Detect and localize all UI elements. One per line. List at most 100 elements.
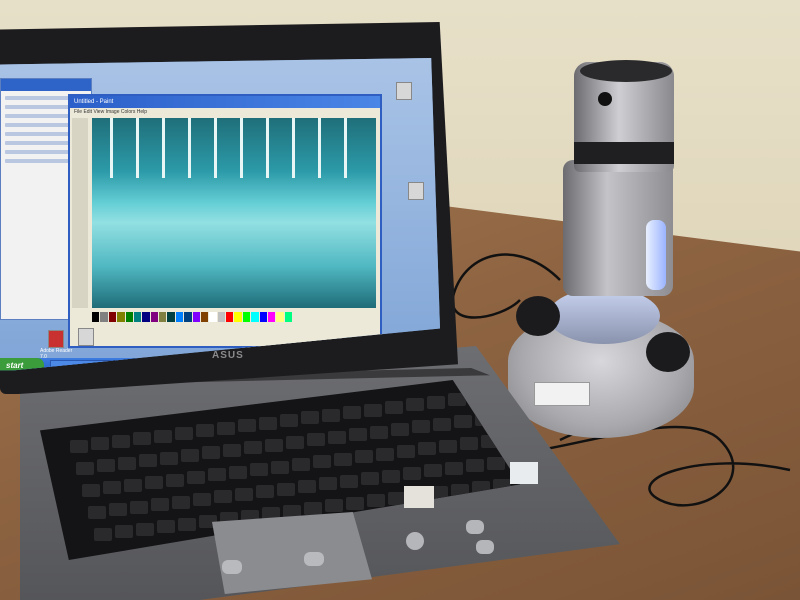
palette-swatch[interactable] [276,312,284,322]
keyboard-key[interactable] [208,468,226,482]
keyboard-key[interactable] [178,517,196,531]
palette-swatch[interactable] [175,312,184,322]
keyboard-key[interactable] [397,445,415,458]
keyboard-key[interactable] [112,434,130,448]
paint-window[interactable]: Untitled - Paint File Edit View Image Co… [68,94,382,348]
touchpad-right-button[interactable] [304,552,324,566]
keyboard-key[interactable] [265,438,283,452]
keyboard-key[interactable] [283,504,301,518]
palette-swatch[interactable] [209,312,217,322]
keyboard-key[interactable] [346,496,364,510]
keyboard-key[interactable] [94,528,112,541]
keyboard-key[interactable] [133,432,151,446]
keyboard-key[interactable] [454,415,472,429]
keyboard-key[interactable] [367,494,385,508]
keyboard-key[interactable] [385,401,403,414]
keyboard-key[interactable] [298,480,316,493]
keyboard-key[interactable] [439,439,457,453]
pdf-icon[interactable] [48,330,64,348]
keyboard-key[interactable] [91,437,109,451]
palette-swatch[interactable] [92,312,100,322]
keyboard-key[interactable] [124,478,142,492]
keyboard-key[interactable] [256,485,274,499]
keyboard-key[interactable] [160,451,178,465]
keyboard-key[interactable] [118,456,136,470]
keyboard-key[interactable] [286,436,304,449]
palette-swatch[interactable] [142,312,150,322]
keyboard-key[interactable] [307,433,325,447]
keyboard-key[interactable] [181,449,199,462]
keyboard-key[interactable] [364,403,382,417]
desktop-icon[interactable] [396,82,412,100]
keyboard-key[interactable] [343,406,361,420]
keyboard-key[interactable] [154,429,172,443]
paint-menu-bar[interactable]: File Edit View Image Colors Help [70,108,380,116]
keyboard-key[interactable] [418,442,436,456]
keyboard-key[interactable] [130,500,148,514]
keyboard-key[interactable] [235,487,253,501]
keyboard-key[interactable] [277,482,295,496]
keyboard-key[interactable] [280,414,298,427]
paint-toolbox[interactable] [72,118,88,308]
palette-swatch[interactable] [167,312,175,322]
palette-swatch[interactable] [200,312,209,322]
keyboard-key[interactable] [424,464,442,478]
palette-swatch[interactable] [125,312,133,322]
keyboard-key[interactable] [427,395,445,409]
keyboard-key[interactable] [313,455,331,469]
palette-swatch[interactable] [100,312,108,322]
palette-swatch[interactable] [226,312,234,322]
palette-swatch[interactable] [251,312,259,322]
keyboard-key[interactable] [187,471,205,484]
keyboard-key[interactable] [325,499,343,513]
palette-swatch[interactable] [192,312,200,322]
keyboard-key[interactable] [328,430,346,444]
keyboard-key[interactable] [238,419,256,433]
palette-swatch[interactable] [284,312,292,322]
keyboard-key[interactable] [259,416,277,430]
keyboard-key[interactable] [214,490,232,504]
palette-swatch[interactable] [259,312,267,322]
keyboard-key[interactable] [70,440,88,453]
explorer-title-bar[interactable] [1,79,91,91]
keyboard-key[interactable] [172,495,190,509]
keyboard-key[interactable] [136,522,154,536]
touchpad-left-button[interactable] [222,560,242,574]
palette-swatch[interactable] [242,312,251,322]
recycle-bin-icon[interactable] [408,182,424,200]
keyboard-key[interactable] [355,450,373,464]
keyboard-key[interactable] [88,506,106,519]
keyboard-key[interactable] [319,477,337,491]
keyboard-key[interactable] [109,503,127,517]
keyboard-key[interactable] [376,447,394,461]
keyboard-key[interactable] [166,473,184,487]
keyboard-key[interactable] [217,421,235,435]
keyboard-key[interactable] [157,520,175,534]
palette-swatch[interactable] [117,312,125,322]
keyboard-key[interactable] [82,484,100,497]
keyboard-key[interactable] [466,459,484,473]
keyboard-key[interactable] [445,461,463,475]
palette-swatch[interactable] [234,312,242,322]
keyboard-key[interactable] [433,417,451,431]
keyboard-key[interactable] [193,493,211,506]
keyboard-key[interactable] [229,465,247,479]
keyboard-key[interactable] [76,462,94,475]
keyboard-key[interactable] [340,474,358,488]
paint-title-bar[interactable]: Untitled - Paint [70,96,380,108]
palette-swatch[interactable] [184,312,192,322]
keyboard-key[interactable] [412,420,430,434]
focus-knob-left[interactable] [516,296,560,336]
file-icon[interactable] [78,328,94,346]
keyboard-key[interactable] [292,458,310,471]
keyboard-key[interactable] [139,454,157,468]
keyboard-key[interactable] [382,469,400,483]
keyboard-key[interactable] [322,408,340,422]
palette-swatch[interactable] [150,312,158,322]
media-button[interactable] [476,540,494,554]
palette-swatch[interactable] [159,312,167,322]
keyboard-key[interactable] [304,502,322,515]
keyboard-key[interactable] [202,446,220,460]
keyboard-key[interactable] [301,411,319,425]
keyboard-key[interactable] [487,456,505,470]
